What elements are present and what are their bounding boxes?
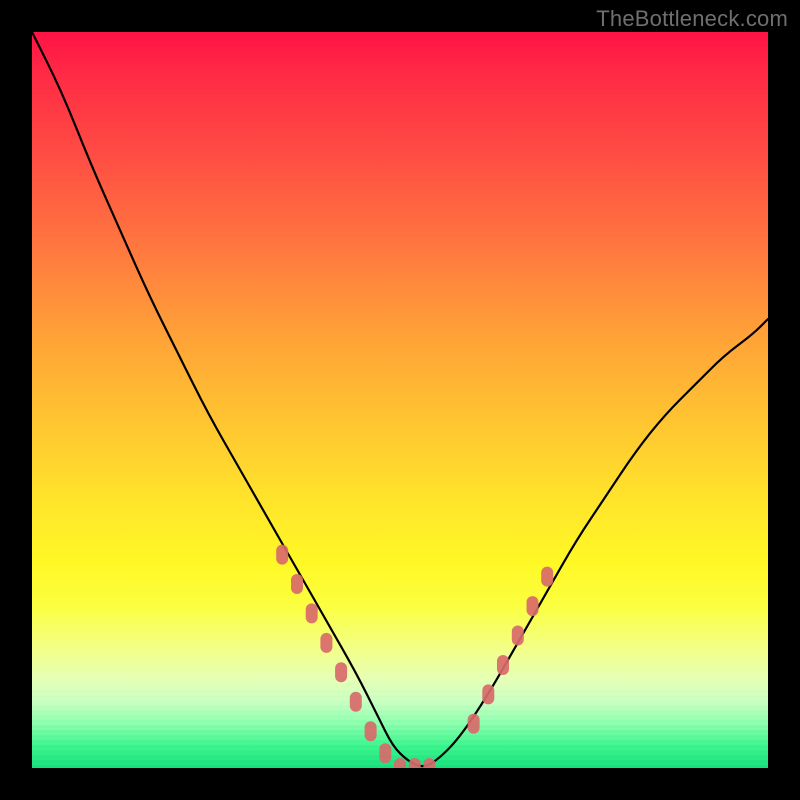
- plot-area: [32, 32, 768, 768]
- highlight-markers-right: [468, 567, 554, 734]
- chart-frame: TheBottleneck.com: [0, 0, 800, 800]
- bottleneck-curve-path: [32, 32, 768, 766]
- highlight-markers-left: [276, 545, 435, 768]
- watermark-text: TheBottleneck.com: [596, 6, 788, 32]
- curve-svg: [32, 32, 768, 768]
